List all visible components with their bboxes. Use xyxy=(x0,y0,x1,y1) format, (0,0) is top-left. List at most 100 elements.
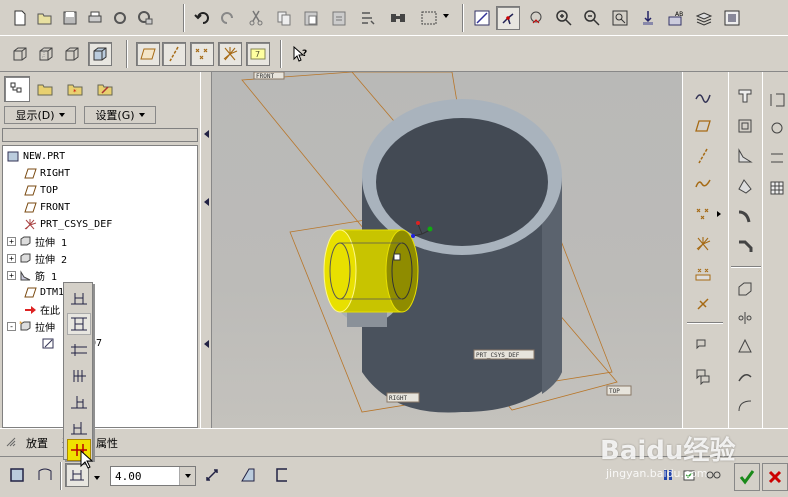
sketched-datum-curve-icon[interactable] xyxy=(691,84,715,108)
solid-extrude-icon[interactable] xyxy=(5,463,29,487)
expand-icon[interactable]: + xyxy=(7,254,16,263)
to-next-icon[interactable] xyxy=(67,339,91,361)
connections-tab[interactable] xyxy=(92,76,118,102)
remove-material-icon[interactable] xyxy=(236,463,260,487)
paste-geometry-icon[interactable] xyxy=(691,364,715,388)
trim-tool-icon[interactable] xyxy=(733,364,757,388)
table-tool-icon[interactable] xyxy=(765,176,788,200)
tree-item-csys[interactable]: PRT_CSYS_DEF xyxy=(23,216,112,233)
blend-tool-icon[interactable] xyxy=(765,146,788,170)
csys-display-icon[interactable] xyxy=(218,42,242,66)
draft-tool-icon[interactable] xyxy=(733,174,757,198)
redo-icon[interactable] xyxy=(216,6,240,30)
flyout-arrow-icon[interactable] xyxy=(717,211,721,217)
csys-tool-icon[interactable] xyxy=(691,232,715,256)
print-icon[interactable] xyxy=(83,6,107,30)
expand-icon[interactable]: + xyxy=(7,237,16,246)
merge-tool-icon[interactable] xyxy=(733,334,757,358)
pause-icon[interactable] xyxy=(658,463,678,487)
depth-dropdown-icon[interactable] xyxy=(94,476,100,480)
zoom-in-icon[interactable] xyxy=(552,6,576,30)
verify-icon[interactable] xyxy=(700,463,726,487)
send-icon[interactable] xyxy=(108,6,132,30)
orient-icon[interactable] xyxy=(524,6,548,30)
reference-tool-icon[interactable] xyxy=(691,292,715,316)
show-menu[interactable]: 显示(D) xyxy=(4,106,76,124)
graphics-window[interactable]: PRT_CSYS_DEF TOP RIGHT FRONT xyxy=(212,72,682,428)
filter-field[interactable] xyxy=(2,128,198,142)
blind-depth-icon[interactable] xyxy=(67,287,91,309)
tree-item-top[interactable]: TOP xyxy=(23,182,58,199)
panel-splitter[interactable] xyxy=(200,72,212,428)
datum-plane-tool-icon[interactable] xyxy=(691,114,715,138)
tree-item-dtm1[interactable]: DTM1 xyxy=(23,284,64,301)
copy-geometry-icon[interactable] xyxy=(691,334,715,358)
preview-icon[interactable] xyxy=(680,463,700,487)
chamfer-tool-icon[interactable] xyxy=(733,234,757,258)
rib-tool-icon[interactable] xyxy=(733,144,757,168)
tree-item-front[interactable]: FRONT xyxy=(23,199,70,216)
select-box-icon[interactable] xyxy=(412,6,446,30)
collapse-icon[interactable]: - xyxy=(7,322,16,331)
find-icon[interactable] xyxy=(386,6,410,30)
extrude-tool-icon[interactable] xyxy=(733,84,757,108)
tree-item-rib-1[interactable]: + 筋 1 xyxy=(7,267,57,284)
tree-item-insert-here[interactable]: 在此 xyxy=(23,301,60,318)
zoom-out-icon[interactable] xyxy=(580,6,604,30)
folder-tab[interactable] xyxy=(32,76,58,102)
hidden-line-icon[interactable] xyxy=(34,42,58,66)
depth-value-dropdown[interactable] xyxy=(179,467,195,485)
email-icon[interactable] xyxy=(133,6,157,30)
through-all-icon[interactable] xyxy=(67,365,91,387)
datum-curve-tool-icon[interactable] xyxy=(691,172,715,196)
mirror-tool-icon[interactable] xyxy=(733,276,757,300)
point-display-icon[interactable] xyxy=(190,42,214,66)
collapse-left-icon[interactable] xyxy=(204,130,209,138)
no-hidden-icon[interactable] xyxy=(60,42,84,66)
cut-icon[interactable] xyxy=(244,6,268,30)
select-dropdown-icon[interactable] xyxy=(443,14,449,18)
to-selected-icon[interactable] xyxy=(67,417,91,439)
flip-direction-icon[interactable] xyxy=(200,463,224,487)
symmetric-depth-icon[interactable] xyxy=(67,313,91,335)
collapse-left-icon[interactable] xyxy=(204,340,209,348)
datum-point-tool-icon[interactable] xyxy=(691,202,715,226)
thicken-icon[interactable] xyxy=(270,463,294,487)
tree-item-right[interactable]: RIGHT xyxy=(23,165,70,182)
favorites-tab[interactable]: * xyxy=(62,76,88,102)
spin-center-icon[interactable] xyxy=(496,6,520,30)
tree-item-extrude-1[interactable]: + 拉伸 1 xyxy=(7,233,67,250)
saved-views-icon[interactable]: AB xyxy=(664,6,688,30)
shell-tool-icon[interactable] xyxy=(733,114,757,138)
collapse-left-icon[interactable] xyxy=(204,198,209,206)
whats-this-icon[interactable]: ? xyxy=(288,42,312,66)
view-manager-icon[interactable] xyxy=(720,6,744,30)
offset-tool-icon[interactable] xyxy=(733,394,757,418)
regenerate-icon[interactable] xyxy=(355,6,379,30)
settings-menu[interactable]: 设置(G) xyxy=(84,106,156,124)
layers-icon[interactable] xyxy=(692,6,716,30)
through-until-icon[interactable] xyxy=(67,391,91,413)
datum-axis-tool-icon[interactable] xyxy=(691,144,715,168)
orient-view-icon[interactable] xyxy=(636,6,660,30)
tree-item-root[interactable]: NEW.PRT xyxy=(6,148,65,165)
cancel-button[interactable] xyxy=(762,463,788,491)
annotation-display-icon[interactable]: 7 xyxy=(246,42,270,66)
revolve-tool-icon[interactable] xyxy=(765,88,788,112)
repaint-icon[interactable] xyxy=(470,6,494,30)
copy-icon[interactable] xyxy=(272,6,296,30)
analysis-tool-icon[interactable] xyxy=(691,262,715,286)
shading-icon[interactable] xyxy=(88,42,112,66)
paste-icon[interactable] xyxy=(299,6,323,30)
surface-extrude-icon[interactable] xyxy=(33,463,57,487)
resize-grip-icon[interactable] xyxy=(6,437,16,447)
sweep-tool-icon[interactable] xyxy=(765,116,788,140)
paste-special-icon[interactable] xyxy=(327,6,351,30)
round-tool-icon[interactable] xyxy=(733,204,757,228)
tab-properties[interactable]: 属性 xyxy=(96,435,118,451)
tab-placement[interactable]: 放置 xyxy=(26,435,48,451)
open-icon[interactable] xyxy=(33,6,57,30)
save-icon[interactable] xyxy=(58,6,82,30)
expand-icon[interactable]: + xyxy=(7,271,16,280)
undo-icon[interactable] xyxy=(190,6,214,30)
